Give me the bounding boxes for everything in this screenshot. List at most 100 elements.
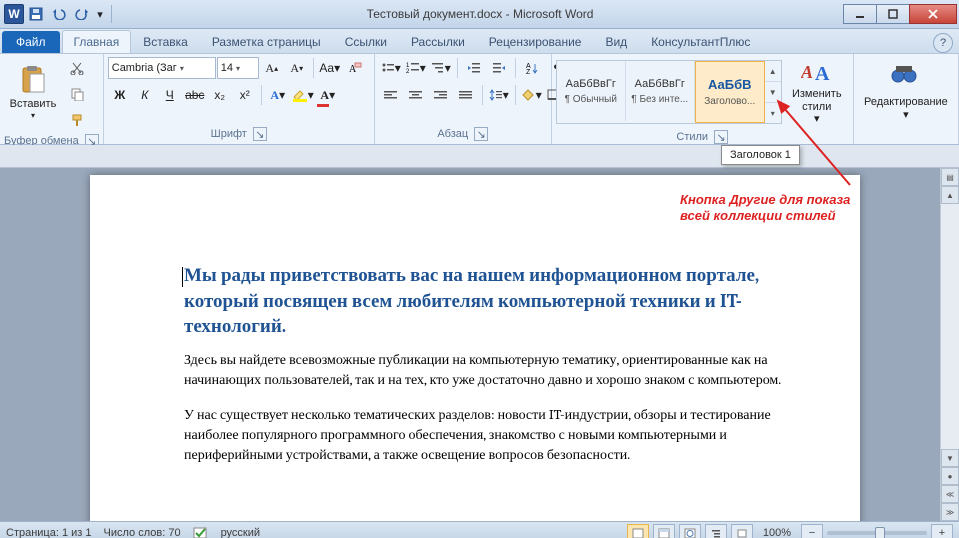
qat-redo-button[interactable] <box>71 3 93 25</box>
zoom-level[interactable]: 100% <box>763 527 791 538</box>
group-paragraph-label: Абзац <box>437 128 468 140</box>
scroll-up[interactable]: ▲ <box>941 186 959 204</box>
binoculars-icon <box>890 62 922 94</box>
tab-insert[interactable]: Вставка <box>131 30 200 53</box>
zoom-in-button[interactable]: + <box>931 524 953 538</box>
change-case-button[interactable]: Aa▾ <box>318 56 342 80</box>
styles-dialog-launcher[interactable]: ↘ <box>714 130 728 144</box>
style-tooltip: Заголовок 1 <box>721 145 800 165</box>
style-normal[interactable]: АаБбВвГг ¶ Обычный <box>557 61 626 121</box>
qat-undo-button[interactable] <box>48 3 70 25</box>
superscript-button[interactable]: x² <box>233 83 257 107</box>
align-center-button[interactable] <box>404 83 428 107</box>
line-spacing-button[interactable]: ▾ <box>487 83 511 107</box>
ribbon-tabs: Файл Главная Вставка Разметка страницы С… <box>0 29 959 54</box>
bullets-button[interactable]: ▾ <box>379 56 403 80</box>
prev-page[interactable]: ≪ <box>941 485 959 503</box>
qat-customize-button[interactable]: ▾ <box>94 3 106 25</box>
group-clipboard: Вставить ▾ Буфер обмена↘ <box>0 54 104 144</box>
styles-more-button[interactable]: ▾ <box>765 103 781 123</box>
underline-button[interactable]: Ч <box>158 83 182 107</box>
paste-icon <box>17 64 49 96</box>
svg-text:2: 2 <box>406 69 410 74</box>
minimize-button[interactable] <box>843 4 877 24</box>
increase-indent-button[interactable] <box>487 56 511 80</box>
group-paragraph: ▾ 12▾ ▾ AZ ¶ ▾ ▾ ▾ Абзац <box>375 54 552 144</box>
status-page[interactable]: Страница: 1 из 1 <box>6 527 92 538</box>
clear-formatting-button[interactable]: A <box>343 56 367 80</box>
tab-references[interactable]: Ссылки <box>333 30 399 53</box>
qat-save-button[interactable] <box>25 3 47 25</box>
change-styles-label: Изменить стили <box>788 88 846 113</box>
svg-text:Z: Z <box>526 69 531 74</box>
style-no-spacing[interactable]: АаБбВвГг ¶ Без инте... <box>626 61 695 121</box>
italic-button[interactable]: К <box>133 83 157 107</box>
styles-scroll-down[interactable]: ▼ <box>765 82 781 103</box>
tab-review[interactable]: Рецензирование <box>477 30 594 53</box>
styles-gallery: АаБбВвГг ¶ Обычный АаБбВвГг ¶ Без инте..… <box>556 60 782 124</box>
view-outline[interactable] <box>705 524 727 538</box>
find-button[interactable]: Редактирование▾ <box>863 56 949 128</box>
zoom-slider[interactable] <box>827 531 927 535</box>
font-dialog-launcher[interactable]: ↘ <box>253 127 267 141</box>
view-fullscreen[interactable] <box>653 524 675 538</box>
format-painter-button[interactable] <box>65 108 89 132</box>
next-page[interactable]: ≫ <box>941 503 959 521</box>
browse-object[interactable]: ● <box>941 467 959 485</box>
align-right-button[interactable] <box>429 83 453 107</box>
paragraph-dialog-launcher[interactable]: ↘ <box>474 127 488 141</box>
ruler-toggle[interactable]: ▤ <box>941 168 959 186</box>
view-draft[interactable] <box>731 524 753 538</box>
zoom-out-button[interactable]: − <box>801 524 823 538</box>
doc-paragraph-1[interactable]: Здесь вы найдете всевозможные публикации… <box>184 350 812 391</box>
status-language[interactable]: русский <box>221 527 260 538</box>
change-styles-icon: AA <box>801 58 833 86</box>
change-styles-button[interactable]: AA Изменить стили▾ <box>785 56 849 128</box>
multilevel-list-button[interactable]: ▾ <box>429 56 453 80</box>
decrease-indent-button[interactable] <box>462 56 486 80</box>
align-left-button[interactable] <box>379 83 403 107</box>
styles-scroll-up[interactable]: ▲ <box>765 61 781 82</box>
paste-button[interactable]: Вставить ▾ <box>4 56 62 128</box>
grow-font-button[interactable]: A▴ <box>260 56 284 80</box>
window-title: Тестовый документ.docx - Microsoft Word <box>116 7 844 21</box>
status-words[interactable]: Число слов: 70 <box>104 527 181 538</box>
justify-button[interactable] <box>454 83 478 107</box>
font-family-value: Cambria (Заг <box>112 62 177 74</box>
status-bar: Страница: 1 из 1 Число слов: 70 русский … <box>0 521 959 538</box>
style-heading1[interactable]: АаБбВ Заголово... <box>695 61 765 123</box>
tab-consultant-plus[interactable]: КонсультантПлюс <box>639 30 762 53</box>
vertical-scrollbar[interactable]: ▤ ▲ ▼ ● ≪ ≫ <box>940 168 959 521</box>
scroll-down[interactable]: ▼ <box>941 449 959 467</box>
subscript-button[interactable]: x₂ <box>208 83 232 107</box>
view-web-layout[interactable] <box>679 524 701 538</box>
window-controls <box>844 4 957 24</box>
numbering-button[interactable]: 12▾ <box>404 56 428 80</box>
font-color-button[interactable]: A▾ <box>316 83 340 107</box>
tab-page-layout[interactable]: Разметка страницы <box>200 30 333 53</box>
tab-home[interactable]: Главная <box>62 30 132 53</box>
bold-button[interactable]: Ж <box>108 83 132 107</box>
doc-heading[interactable]: Мы рады приветствовать вас на нашем инфо… <box>184 263 812 340</box>
cut-button[interactable] <box>65 56 89 80</box>
font-family-combo[interactable]: Cambria (Заг▾ <box>108 57 216 79</box>
strike-button[interactable]: abc <box>183 83 207 107</box>
help-icon[interactable]: ? <box>933 33 953 53</box>
maximize-button[interactable] <box>876 4 910 24</box>
close-button[interactable] <box>909 4 957 24</box>
doc-paragraph-2[interactable]: У нас существует несколько тематических … <box>184 405 812 466</box>
font-size-combo[interactable]: 14▾ <box>217 57 259 79</box>
sort-button[interactable]: AZ <box>520 56 544 80</box>
shading-button[interactable]: ▾ <box>520 83 544 107</box>
document-page[interactable]: Мы рады приветствовать вас на нашем инфо… <box>90 175 860 521</box>
tab-mailings[interactable]: Рассылки <box>399 30 477 53</box>
shrink-font-button[interactable]: A▾ <box>285 56 309 80</box>
text-effects-button[interactable]: A▾ <box>266 83 290 107</box>
group-styles-label: Стили <box>676 131 708 143</box>
copy-button[interactable] <box>65 82 89 106</box>
highlight-button[interactable]: ▾ <box>291 83 315 107</box>
tab-file[interactable]: Файл <box>2 31 60 53</box>
view-print-layout[interactable] <box>627 524 649 538</box>
tab-view[interactable]: Вид <box>593 30 639 53</box>
status-proofing-icon[interactable] <box>193 526 209 538</box>
